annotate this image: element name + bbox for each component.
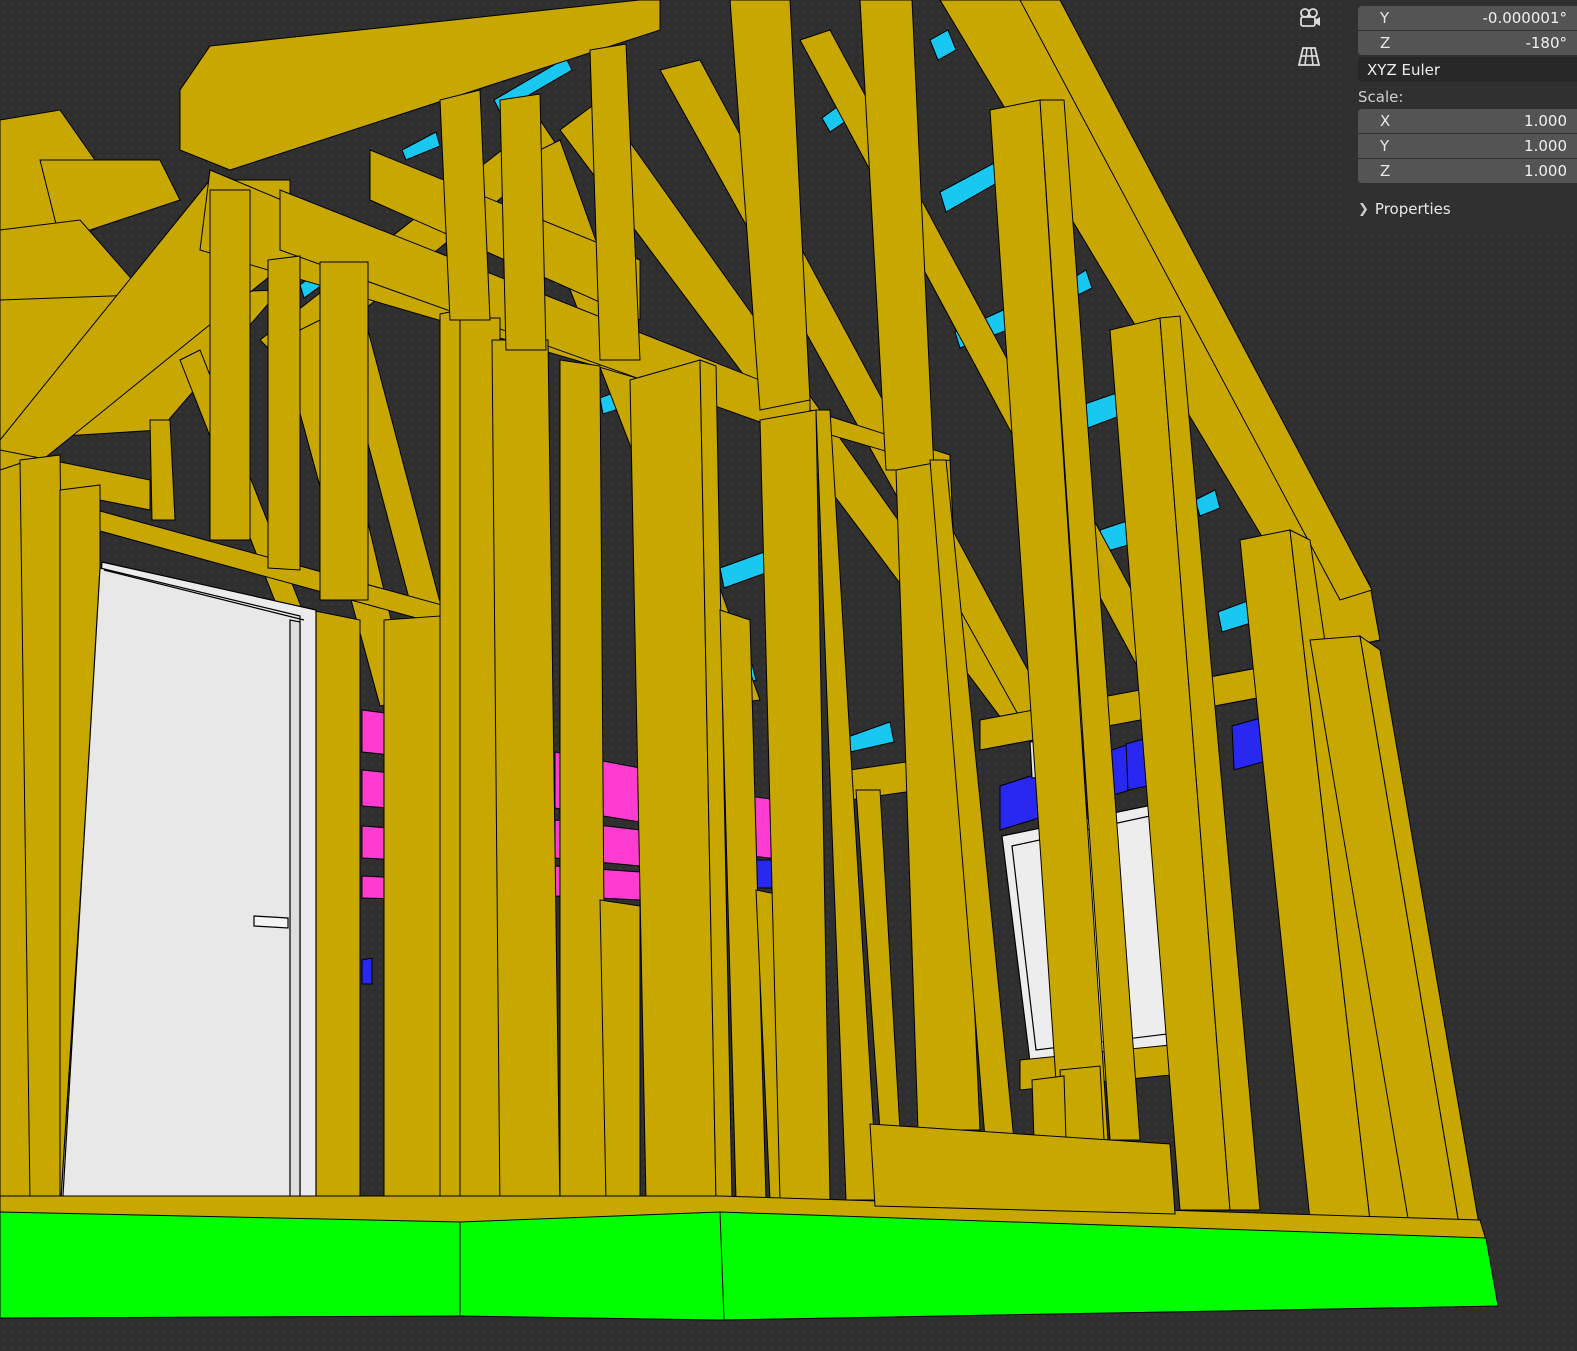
scale-x-axis-label: X	[1380, 112, 1391, 130]
scale-y-value: 1.000	[1524, 137, 1567, 155]
scale-y-axis-label: Y	[1380, 137, 1390, 155]
rotation-y-value: -0.000001°	[1482, 9, 1568, 27]
door	[59, 561, 317, 1221]
rotation-y-axis-label: Y	[1380, 9, 1390, 27]
house-frame-model	[0, 0, 1499, 1321]
scale-x-value: 1.000	[1524, 112, 1567, 130]
rotation-mode-dropdown[interactable]: XYZ Euler	[1358, 57, 1577, 82]
rotation-z-field[interactable]: Z -180°	[1358, 31, 1577, 55]
properties-label: Properties	[1374, 200, 1451, 218]
properties-subpanel-header[interactable]: ❯ Properties	[1358, 200, 1451, 218]
scale-label: Scale:	[1358, 88, 1404, 106]
perspective-grid-icon[interactable]	[1292, 40, 1326, 72]
rotation-z-axis-label: Z	[1380, 34, 1391, 52]
scale-z-axis-label: Z	[1380, 162, 1391, 180]
scale-z-value: 1.000	[1524, 162, 1567, 180]
rotation-mode-value: XYZ Euler	[1367, 60, 1441, 79]
transform-panel: Y -0.000001° Z -180° XYZ Euler Scale: X …	[1348, 0, 1577, 228]
rotation-z-value: -180°	[1525, 34, 1567, 52]
3d-viewport[interactable]	[0, 0, 1577, 1351]
chevron-right-icon: ❯	[1358, 201, 1369, 217]
scale-z-field[interactable]: Z 1.000	[1358, 159, 1577, 183]
rotation-y-field[interactable]: Y -0.000001°	[1358, 6, 1577, 30]
scale-x-field[interactable]: X 1.000	[1358, 109, 1577, 133]
scale-y-field[interactable]: Y 1.000	[1358, 134, 1577, 158]
camera-view-icon[interactable]	[1292, 2, 1326, 34]
